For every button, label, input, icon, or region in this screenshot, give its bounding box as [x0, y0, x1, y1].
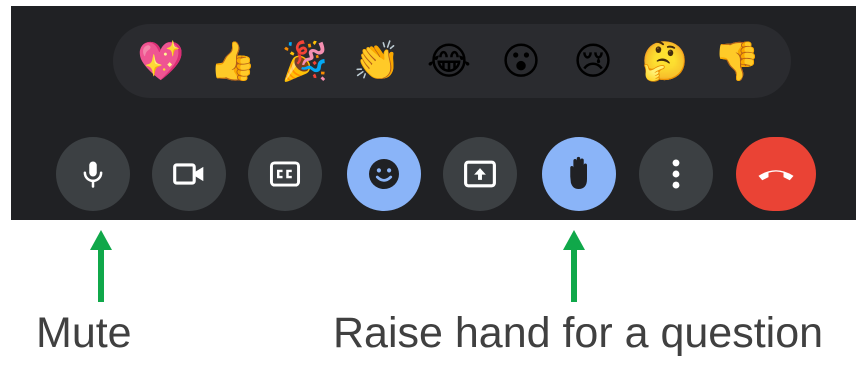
mute-caption: Mute [36, 309, 132, 357]
more-vertical-icon [672, 159, 680, 189]
leave-call-button[interactable] [736, 137, 816, 211]
more-options-button[interactable] [639, 137, 713, 211]
raise-hand-button[interactable] [542, 137, 616, 211]
hang-up-icon [758, 170, 794, 181]
video-camera-icon [173, 163, 204, 185]
thumbs-down-icon[interactable]: 👎 [713, 37, 761, 85]
captions-button[interactable] [248, 137, 322, 211]
reactions-button[interactable] [347, 137, 421, 211]
camera-button[interactable] [152, 137, 226, 211]
reactions-tray: 💖 👍 🎉 👏 😂 😮 😢 🤔 👎 [113, 24, 791, 98]
mute-arrow-icon [90, 230, 112, 302]
party-popper-icon[interactable]: 🎉 [281, 37, 329, 85]
thumbs-up-icon[interactable]: 👍 [209, 37, 257, 85]
hand-icon [570, 156, 587, 189]
thinking-face-icon[interactable]: 🤔 [641, 37, 689, 85]
clapping-hands-icon[interactable]: 👏 [353, 37, 401, 85]
raise-hand-caption: Raise hand for a question [333, 309, 824, 357]
meeting-control-bar: 💖 👍 🎉 👏 😂 😮 😢 🤔 👎 [11, 6, 856, 220]
crying-face-icon[interactable]: 😢 [569, 37, 617, 85]
sparkling-heart-icon[interactable]: 💖 [137, 37, 185, 85]
raise-hand-arrow-icon [563, 230, 585, 302]
microphone-button[interactable] [56, 137, 130, 211]
surprised-face-icon[interactable]: 😮 [497, 37, 545, 85]
microphone-icon [83, 161, 103, 188]
present-screen-icon [464, 160, 496, 188]
tears-of-joy-icon[interactable]: 😂 [425, 37, 473, 85]
present-screen-button[interactable] [443, 137, 517, 211]
smiley-face-icon [369, 159, 399, 189]
closed-captions-icon [269, 161, 301, 187]
